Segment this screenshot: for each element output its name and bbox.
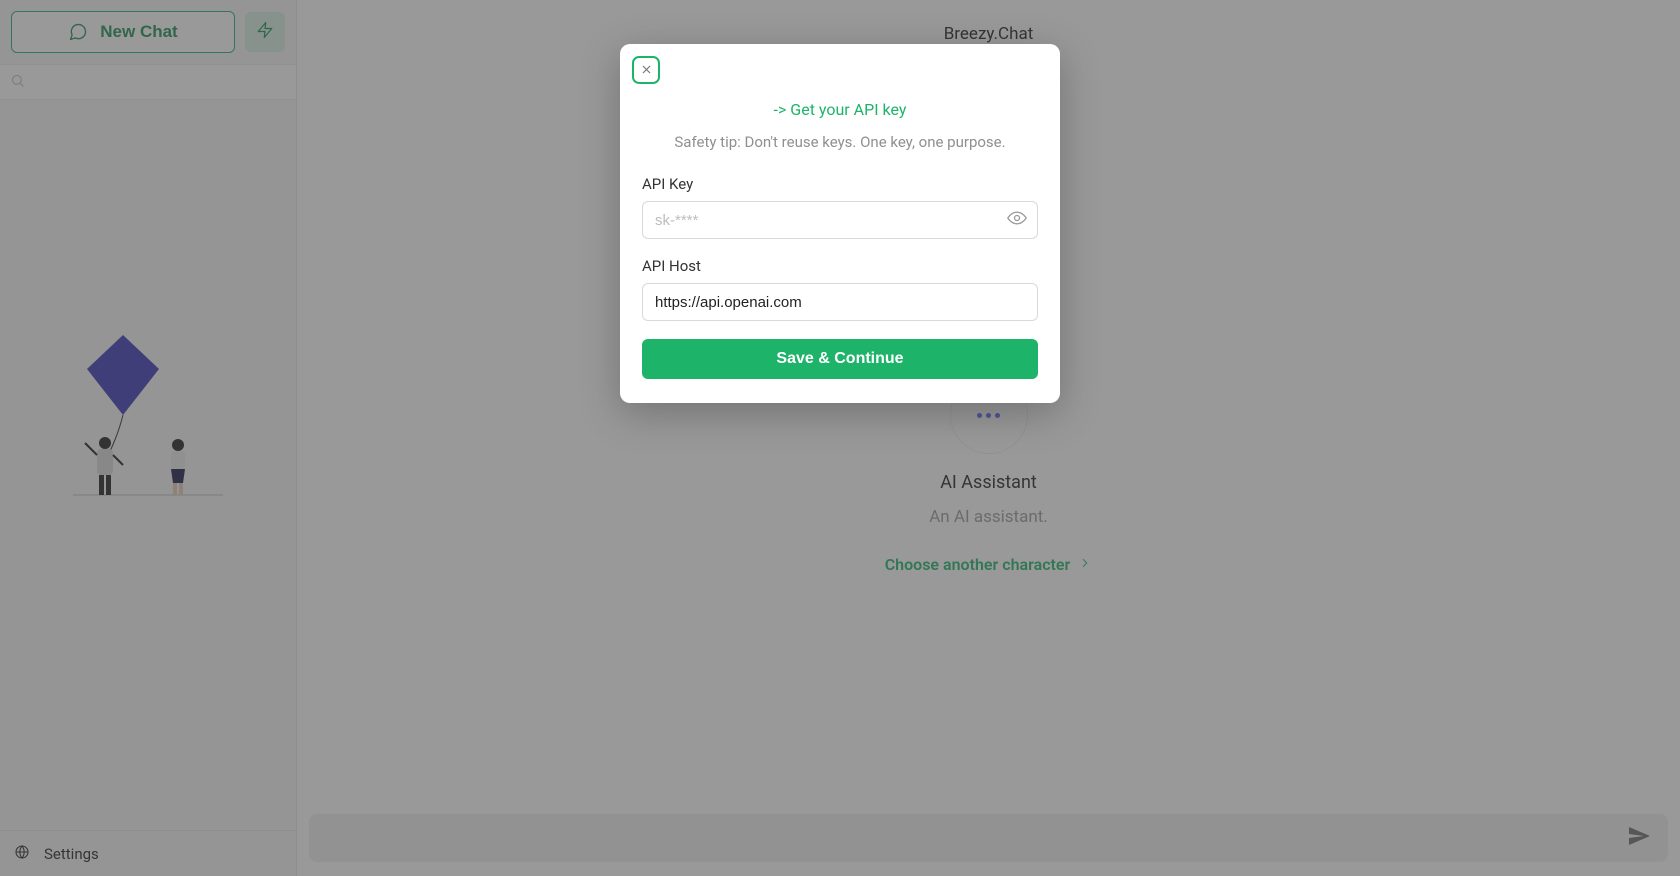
api-key-input-wrap	[642, 201, 1038, 239]
modal-overlay[interactable]: -> Get your API key Safety tip: Don't re…	[0, 0, 1680, 876]
save-continue-button[interactable]: Save & Continue	[642, 339, 1038, 379]
modal-close-button[interactable]	[632, 56, 660, 84]
api-key-label: API Key	[642, 175, 1038, 193]
eye-icon	[1007, 208, 1027, 232]
safety-tip: Safety tip: Don't reuse keys. One key, o…	[642, 133, 1038, 151]
api-host-input[interactable]	[642, 283, 1038, 321]
close-icon	[640, 61, 653, 80]
app-root: New Chat	[0, 0, 1680, 876]
api-key-modal: -> Get your API key Safety tip: Don't re…	[620, 44, 1060, 403]
api-host-label: API Host	[642, 257, 1038, 275]
modal-body: -> Get your API key Safety tip: Don't re…	[642, 100, 1038, 379]
api-key-input[interactable]	[642, 201, 1038, 239]
toggle-visibility-button[interactable]	[1004, 207, 1030, 233]
get-api-key-link[interactable]: -> Get your API key	[642, 100, 1038, 119]
api-host-input-wrap	[642, 283, 1038, 321]
